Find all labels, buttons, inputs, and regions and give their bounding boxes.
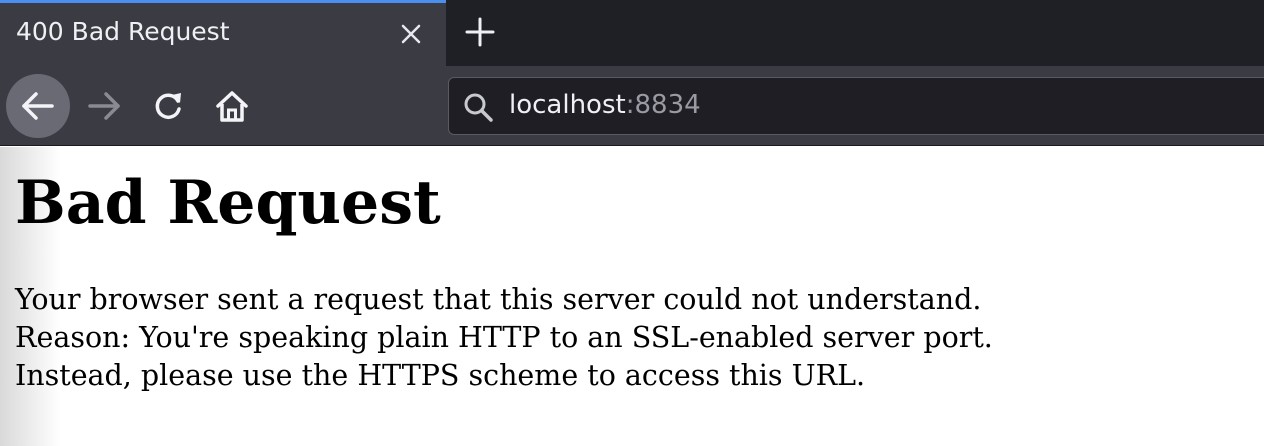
error-line: Your browser sent a request that this se… xyxy=(15,283,982,316)
close-icon[interactable] xyxy=(398,21,424,47)
forward-button[interactable] xyxy=(72,74,136,138)
nav-toolbar: localhost:8834 xyxy=(0,66,1264,146)
error-message: Your browser sent a request that this se… xyxy=(15,281,993,395)
url-text[interactable]: localhost:8834 xyxy=(509,90,701,120)
tab-title: 400 Bad Request xyxy=(16,17,230,46)
browser-window: 400 Bad Request localhost:8834 Bad Reque… xyxy=(0,0,1264,446)
reload-button[interactable] xyxy=(136,74,200,138)
error-instruction-line: Instead, please use the HTTPS scheme to … xyxy=(15,359,866,392)
url-port: :8834 xyxy=(625,90,701,120)
page-content: Bad Request Your browser sent a request … xyxy=(0,147,1264,446)
tab-strip: 400 Bad Request xyxy=(0,0,1264,66)
home-icon xyxy=(216,91,248,122)
url-bar[interactable]: localhost:8834 xyxy=(448,77,1264,135)
search-icon xyxy=(461,90,495,124)
back-button[interactable] xyxy=(6,74,70,138)
plus-icon[interactable] xyxy=(462,14,498,50)
reload-icon xyxy=(155,93,181,119)
tab-active[interactable]: 400 Bad Request xyxy=(0,0,446,66)
url-host: localhost xyxy=(509,90,626,120)
error-reason-line: Reason: You're speaking plain HTTP to an… xyxy=(15,321,993,354)
page-title: Bad Request xyxy=(15,168,441,238)
arrow-right-icon xyxy=(88,92,120,120)
home-button[interactable] xyxy=(200,74,264,138)
arrow-left-icon xyxy=(22,92,54,120)
